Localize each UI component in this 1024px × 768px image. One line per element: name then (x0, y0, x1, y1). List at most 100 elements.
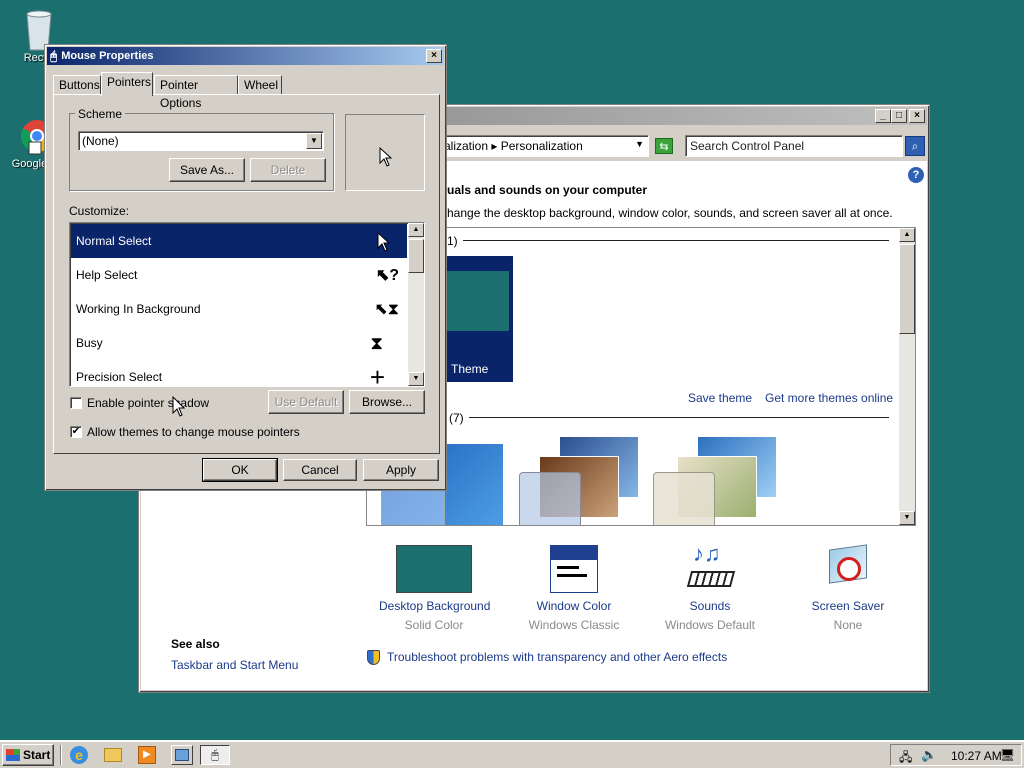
screen-saver-label[interactable]: Screen Saver (793, 599, 903, 613)
allow-themes-label[interactable]: Allow themes to change mouse pointers (87, 425, 300, 439)
delete-button[interactable]: Delete (250, 158, 326, 182)
system-tray: 🖧 🔈 10:27 AM 🖥 (890, 744, 1022, 766)
sounds-label[interactable]: Sounds (655, 599, 765, 613)
pointer-row-precision-select[interactable]: Precision Select + (71, 360, 407, 387)
breadcrumb-separator: ▸ (491, 139, 501, 153)
aero-theme-nature[interactable] (653, 436, 777, 525)
pointer-preview (345, 114, 425, 191)
breadcrumb-current[interactable]: Personalization (501, 139, 583, 153)
theme-tile-selected[interactable]: Theme (437, 256, 513, 382)
aero-theme-architecture-frame (519, 472, 581, 525)
tab-pointers[interactable]: Pointers (101, 72, 153, 96)
mouse-properties-task-icon[interactable]: 🖰 (200, 745, 230, 765)
close-button[interactable]: × (909, 109, 925, 123)
scheme-label: Scheme (75, 107, 126, 121)
refresh-icon[interactable]: ⇆ (655, 138, 673, 154)
apply-button[interactable]: Apply (363, 459, 439, 481)
precision-select-icon: + (369, 361, 385, 387)
window-color-item[interactable]: Window Color Windows Classic (519, 545, 629, 632)
scroll-up-button[interactable]: ▲ (899, 228, 915, 242)
start-button[interactable]: Start (2, 744, 54, 766)
get-more-themes-link[interactable]: Get more themes online (765, 391, 893, 405)
pointer-row-busy[interactable]: Busy ⧗ (71, 326, 407, 360)
help-icon[interactable]: ? (908, 167, 924, 183)
network-icon[interactable]: 🖧 (899, 748, 912, 768)
use-default-button[interactable]: Use Default (268, 390, 344, 414)
pointer-row-label: Help Select (76, 268, 138, 282)
page-heading: uals and sounds on your computer (447, 183, 648, 197)
help-glyph: ? (389, 267, 399, 284)
ok-button[interactable]: OK (202, 458, 278, 482)
screen-saver-icon (825, 544, 871, 593)
pointer-row-working-in-background[interactable]: Working In Background ⬉⧗ (71, 292, 407, 326)
pointer-row-label: Precision Select (76, 370, 163, 384)
save-as-button[interactable]: Save As... (169, 158, 245, 182)
screen-saver-item[interactable]: Screen Saver None (793, 544, 903, 632)
pointer-list-scrollbar[interactable]: ▲ ▼ (408, 223, 424, 386)
tab-pointer-options[interactable]: Pointer Options (154, 75, 238, 110)
scroll-down-button[interactable]: ▼ (899, 511, 915, 525)
address-bar[interactable]: alization ▸ Personalization ▼ (439, 135, 649, 157)
browse-button[interactable]: Browse... (349, 390, 425, 414)
clock[interactable]: 10:27 AM (951, 749, 1002, 763)
scroll-thumb[interactable] (899, 244, 915, 334)
theme-list-scrollbar[interactable]: ▲ ▼ (899, 228, 915, 525)
sounds-item[interactable]: ♪♫ Sounds Windows Default (655, 541, 765, 632)
mouse-cursor-icon (172, 396, 186, 417)
control-panel-glyph (175, 749, 189, 761)
pointer-row-label: Busy (76, 336, 103, 350)
window-color-line2 (557, 574, 587, 577)
enable-shadow-checkbox[interactable] (70, 397, 82, 409)
arrow-pointer-icon (379, 147, 393, 167)
list-scroll-down-button[interactable]: ▼ (408, 372, 424, 386)
cancel-button[interactable]: Cancel (283, 459, 357, 481)
save-theme-link[interactable]: Save theme (688, 391, 752, 405)
my-themes-divider (463, 240, 889, 241)
page-subheading: hange the desktop background, window col… (447, 206, 893, 220)
aero-themes-header: (7) (449, 411, 464, 425)
pointer-row-help-select[interactable]: Help Select ⬉? (71, 258, 407, 292)
aero-theme-architecture[interactable] (519, 436, 639, 525)
taskbar: Start e ▶ 🖰 🖧 🔈 10:27 AM 🖥 (0, 740, 1024, 768)
tab-buttons[interactable]: Buttons (53, 75, 101, 95)
window-color-sub: Windows Classic (528, 618, 620, 632)
control-panel-task-icon[interactable] (171, 745, 193, 765)
dialog-close-button[interactable]: × (426, 49, 442, 63)
media-player-icon[interactable]: ▶ (138, 746, 156, 764)
sounds-sub: Windows Default (664, 618, 756, 632)
list-scroll-up-button[interactable]: ▲ (408, 223, 424, 237)
screen-saver-no-symbol (837, 557, 861, 581)
enable-shadow-label[interactable]: Enable pointer shadow (87, 396, 209, 410)
pointer-row-normal-select[interactable]: Normal Select (71, 224, 407, 258)
tab-wheel[interactable]: Wheel (238, 75, 282, 95)
desktop-background-item[interactable]: Desktop Background Solid Color (379, 545, 490, 632)
troubleshoot-link[interactable]: Troubleshoot problems with transparency … (387, 650, 727, 664)
theme-list: 1) Theme Save theme Get more themes onli… (366, 227, 916, 526)
theme-preview (439, 271, 509, 331)
scheme-dropdown[interactable]: (None) ▼ (78, 131, 324, 151)
ie-icon[interactable]: e (70, 746, 88, 764)
address-dropdown-icon[interactable]: ▼ (635, 139, 644, 149)
busy-icon: ⧗ (370, 332, 383, 353)
show-desktop-icon[interactable]: 🖥 (1000, 748, 1015, 762)
windows-logo-icon (6, 749, 20, 761)
search-icon[interactable]: ⌕ (905, 136, 925, 156)
breadcrumb-parent[interactable]: alization (444, 139, 488, 153)
see-also-heading: See also (171, 637, 220, 651)
explorer-icon[interactable] (104, 748, 122, 762)
minimize-button[interactable]: _ (875, 109, 891, 123)
search-input[interactable]: Search Control Panel (685, 135, 903, 157)
window-color-icon (550, 545, 598, 593)
desktop-background-label[interactable]: Desktop Background (379, 599, 490, 613)
maximize-button[interactable]: □ (891, 109, 907, 123)
normal-select-icon (377, 232, 391, 252)
mouse-properties-dialog: 🖰 Mouse Properties × Buttons Pointers Po… (44, 44, 447, 491)
window-color-label[interactable]: Window Color (519, 599, 629, 613)
volume-icon[interactable]: 🔈 (921, 747, 937, 763)
pointer-list[interactable]: Normal Select Help Select ⬉? Working In … (69, 222, 425, 387)
scheme-dropdown-arrow[interactable]: ▼ (306, 133, 322, 149)
list-scroll-thumb[interactable] (408, 239, 424, 273)
taskbar-start-menu-link[interactable]: Taskbar and Start Menu (171, 658, 298, 672)
allow-themes-checkbox[interactable]: ✔ (70, 426, 82, 438)
hourglass-glyph: ⧗ (387, 301, 399, 318)
